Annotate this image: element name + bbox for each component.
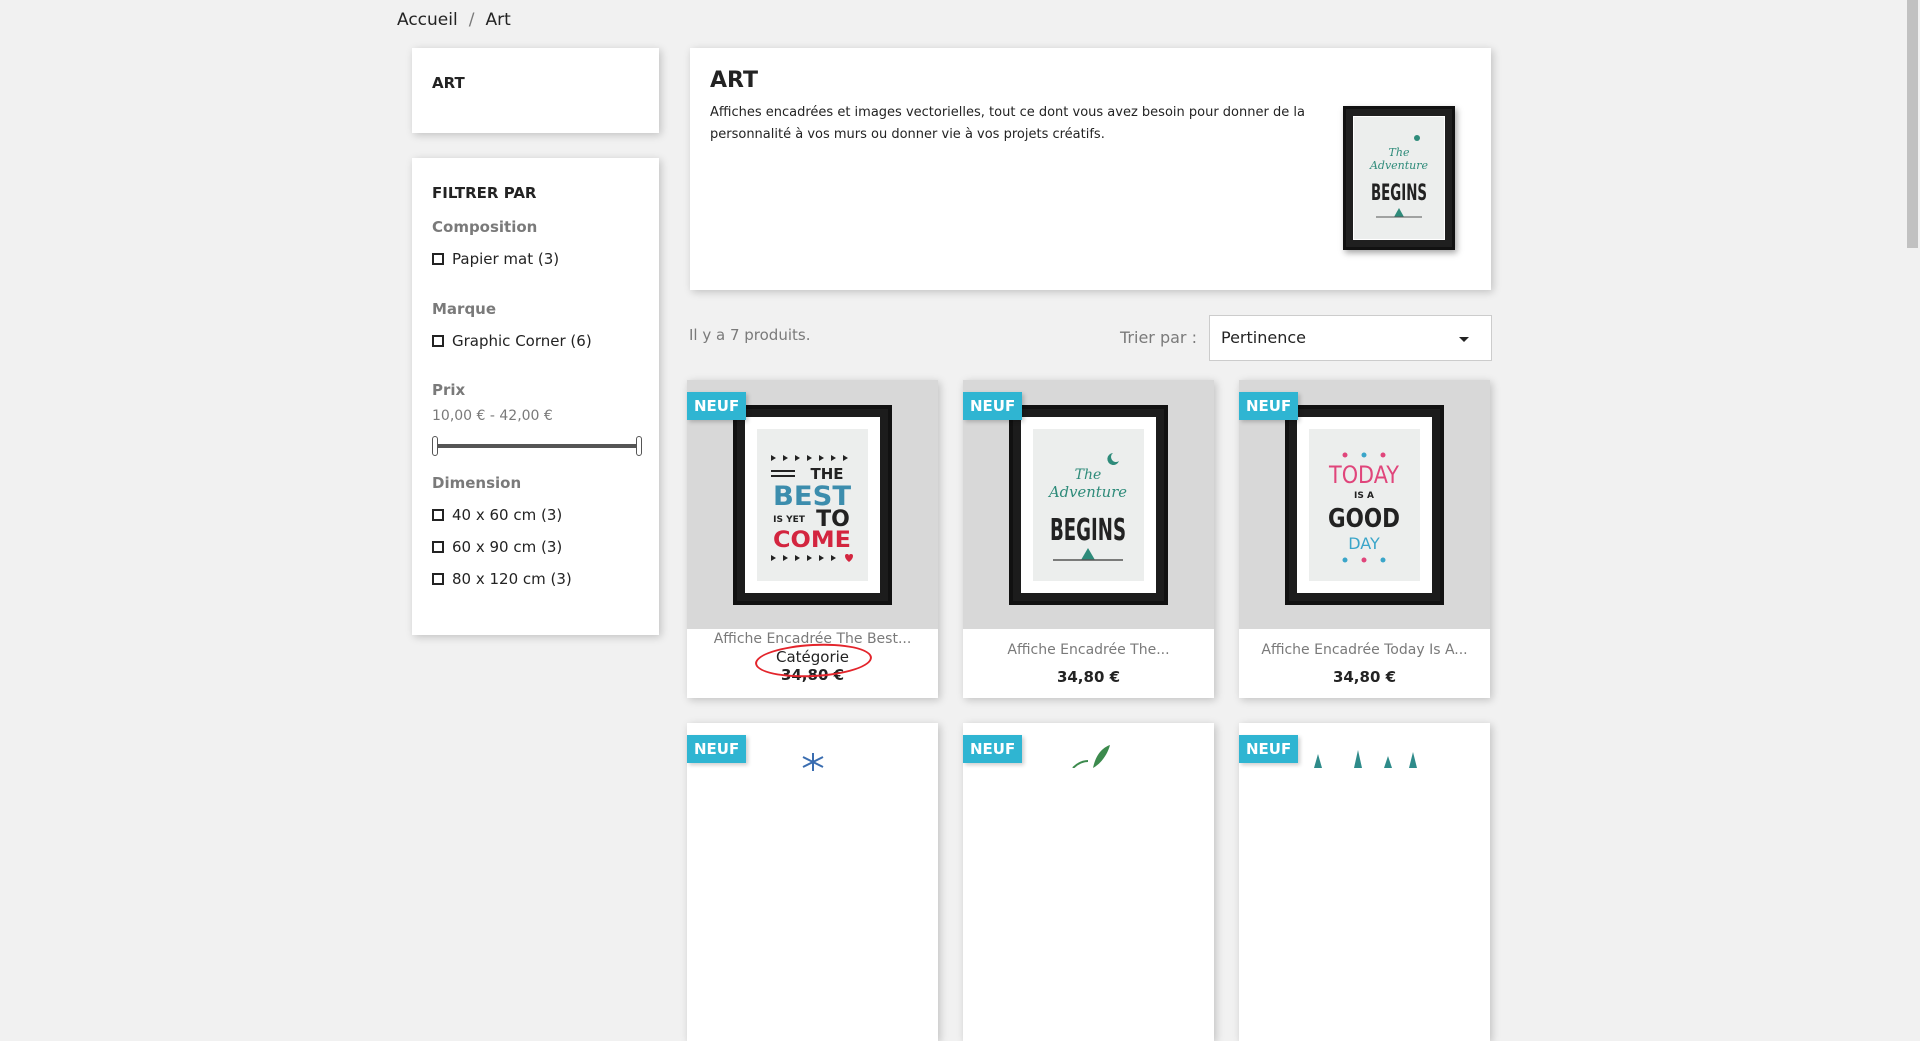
category-tree-block: ART [412, 48, 659, 133]
category-tree-title[interactable]: ART [432, 74, 465, 92]
facet-price-title: Prix [432, 381, 466, 399]
new-badge: NEUF [1239, 392, 1299, 420]
price-slider-min-handle[interactable] [432, 436, 438, 456]
product-card-row2-1[interactable]: NEUF [687, 723, 938, 1041]
svg-text:DAY: DAY [1348, 534, 1380, 553]
new-badge: NEUF [963, 735, 1023, 763]
product-price: 34,80 € [1056, 668, 1121, 686]
facet-option-label: 60 x 90 cm (3) [452, 538, 563, 556]
new-badge: NEUF [963, 392, 1023, 420]
price-range-value: 10,00 € - 42,00 € [432, 408, 553, 424]
leaf-illustration-icon [1072, 745, 1110, 768]
facet-option-label: 40 x 60 cm (3) [452, 506, 563, 524]
facet-option-papier-mat[interactable]: Papier mat (3) [432, 250, 559, 268]
price-slider-max-handle[interactable] [636, 436, 642, 456]
product-thumbnail[interactable]: TODAY IS A GOOD DAY NEUF [1239, 380, 1490, 629]
svg-text:IS YET: IS YET [773, 515, 806, 525]
crystals-illustration-icon [1314, 750, 1417, 768]
svg-text:BEGINS: BEGINS [1050, 513, 1126, 548]
product-card-the-best[interactable]: THE BEST IS YET TO COME NEUF Affiche Enc… [687, 380, 938, 698]
framed-poster-image: The Adventure BEGINS [1009, 405, 1168, 605]
facet-option-graphic-corner[interactable]: Graphic Corner (6) [432, 332, 592, 350]
svg-text:Adventure: Adventure [1369, 159, 1429, 172]
product-name[interactable]: Affiche Encadrée The... [963, 642, 1214, 658]
new-badge: NEUF [1239, 735, 1299, 763]
new-badge: NEUF [687, 392, 747, 420]
product-thumbnail[interactable]: THE BEST IS YET TO COME NEUF [687, 380, 938, 629]
product-card-adventure[interactable]: The Adventure BEGINS NEUF Affiche Encadr… [963, 380, 1214, 698]
product-name[interactable]: Affiche Encadrée Today Is A... [1239, 642, 1490, 658]
svg-text:Adventure: Adventure [1047, 483, 1127, 501]
sort-dropdown[interactable]: Pertinence [1209, 315, 1492, 361]
svg-text:The: The [1075, 467, 1102, 483]
svg-text:The: The [1389, 146, 1410, 159]
svg-text:IS A: IS A [1354, 491, 1374, 501]
checkbox-icon[interactable] [432, 335, 444, 347]
facet-dimension-title: Dimension [432, 474, 522, 492]
facet-option-label: 80 x 120 cm (3) [452, 570, 572, 588]
adventure-poster-art: The Adventure BEGINS [1047, 453, 1127, 561]
facet-option-label: Graphic Corner (6) [452, 332, 592, 350]
category-title: ART [710, 68, 758, 93]
facets-panel: FILTRER PAR Composition Papier mat (3) M… [412, 158, 659, 635]
product-price: 34,80 € [1332, 668, 1397, 686]
product-card-row2-3[interactable]: NEUF [1239, 723, 1490, 1041]
framed-poster-image: TODAY IS A GOOD DAY [1285, 405, 1444, 605]
product-card-row2-2[interactable]: NEUF [963, 723, 1214, 1041]
breadcrumb-home-link[interactable]: Accueil [397, 10, 458, 30]
product-card-today[interactable]: TODAY IS A GOOD DAY NEUF Affiche Encadré… [1239, 380, 1490, 698]
checkbox-icon[interactable] [432, 541, 444, 553]
checkbox-icon[interactable] [432, 509, 444, 521]
checkbox-icon[interactable] [432, 573, 444, 585]
product-thumbnail[interactable]: The Adventure BEGINS NEUF [963, 380, 1214, 629]
checkbox-icon[interactable] [432, 253, 444, 265]
facet-option-label: Papier mat (3) [452, 250, 560, 268]
svg-text:BEGINS: BEGINS [1371, 181, 1427, 206]
product-count: Il y a 7 produits. [689, 326, 811, 344]
facet-brand-title: Marque [432, 300, 497, 318]
framed-poster-image: THE BEST IS YET TO COME [733, 405, 892, 605]
breadcrumb-separator: / [468, 10, 475, 30]
sort-selected-value: Pertinence [1221, 328, 1306, 347]
category-cover-image: The Adventure BEGINS [1343, 106, 1455, 250]
facet-option-60x90[interactable]: 60 x 90 cm (3) [432, 538, 562, 556]
the-best-poster-art: THE BEST IS YET TO COME [771, 455, 853, 562]
category-header: ART Affiches encadrées et images vectori… [690, 48, 1491, 290]
svg-text:GOOD: GOOD [1328, 504, 1400, 534]
facet-option-80x120[interactable]: 80 x 120 cm (3) [432, 570, 572, 588]
sort-label: Trier par : [1120, 328, 1197, 347]
new-badge: NEUF [687, 735, 747, 763]
caret-down-icon [1459, 337, 1469, 342]
svg-text:TODAY: TODAY [1328, 461, 1399, 489]
price-slider-track[interactable] [434, 444, 640, 448]
adventure-poster-art: The Adventure BEGINS [1369, 135, 1429, 218]
svg-text:COME: COME [773, 528, 851, 553]
facet-option-40x60[interactable]: 40 x 60 cm (3) [432, 506, 562, 524]
breadcrumb: Accueil / Art [397, 10, 511, 30]
page-scrollbar-thumb[interactable] [1907, 0, 1918, 248]
facet-composition-title: Composition [432, 218, 538, 236]
breadcrumb-current-link[interactable]: Art [485, 10, 510, 30]
today-poster-art: TODAY IS A GOOD DAY [1328, 452, 1400, 563]
snowflake-illustration-icon [802, 753, 824, 771]
filters-title: FILTRER PAR [432, 184, 537, 202]
category-description: Affiches encadrées et images vectorielle… [710, 105, 1305, 142]
